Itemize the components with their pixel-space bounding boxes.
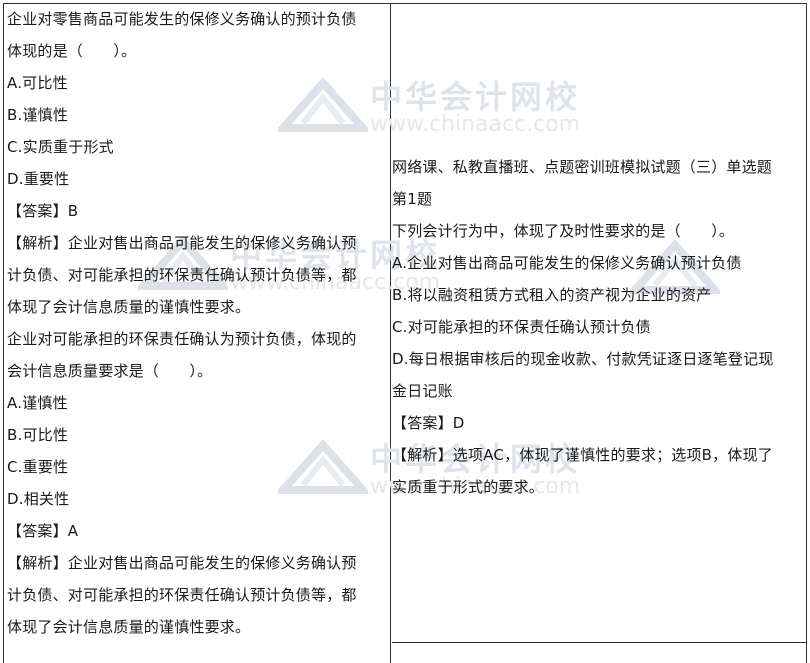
option-a: A.可比性 xyxy=(7,74,68,92)
section-title: 网络课、私教直播班、点题密训班模拟试题（三）单选题 xyxy=(392,158,773,176)
answer: 【答案】B xyxy=(7,202,79,220)
option-c: C.实质重于形式 xyxy=(7,138,114,156)
explanation-line: 计负债、对可能承担的环保责任确认预计负债等，都 xyxy=(7,266,357,284)
option-b: B.将以融资租赁方式租入的资产视为企业的资产 xyxy=(392,286,712,304)
answer: 【答案】A xyxy=(7,522,79,540)
option-d: D.重要性 xyxy=(7,170,70,188)
option-c: C.重要性 xyxy=(7,458,69,476)
text-line: 体现的是（ ）。 xyxy=(7,42,137,60)
explanation-line: 【解析】企业对售出商品可能发生的保修义务确认预 xyxy=(7,234,357,252)
option-b: B.谨慎性 xyxy=(7,106,69,124)
column-divider xyxy=(390,3,391,663)
option-a: A.谨慎性 xyxy=(7,394,68,412)
question-text: 下列会计行为中，体现了及时性要求的是（ ）。 xyxy=(392,222,735,240)
explanation-line: 计负债、对可能承担的环保责任确认预计负债等，都 xyxy=(7,586,357,604)
explanation-line: 实质重于形式的要求。 xyxy=(392,478,545,496)
row-divider xyxy=(392,642,806,643)
text-line: 企业对零售商品可能发生的保修义务确认的预计负债 xyxy=(7,10,357,28)
explanation-line: 【解析】企业对售出商品可能发生的保修义务确认预 xyxy=(7,554,357,572)
answer: 【答案】D xyxy=(392,414,465,432)
explanation-line: 【解析】选项AC，体现了谨慎性的要求；选项B，体现了 xyxy=(392,446,773,464)
option-b: B.可比性 xyxy=(7,426,69,444)
question-number: 第1题 xyxy=(392,190,433,208)
explanation-line: 体现了会计信息质量的谨慎性要求。 xyxy=(7,298,251,316)
explanation-line: 体现了会计信息质量的谨慎性要求。 xyxy=(7,618,251,636)
text-line: 会计信息质量要求是（ ）。 xyxy=(7,362,213,380)
right-column: 网络课、私教直播班、点题密训班模拟试题（三）单选题 第1题 下列会计行为中，体现… xyxy=(392,3,802,503)
text-line: 企业对可能承担的环保责任确认为预计负债，体现的 xyxy=(7,330,357,348)
left-column: 企业对零售商品可能发生的保修义务确认的预计负债 体现的是（ ）。 A.可比性 B… xyxy=(7,3,385,643)
option-d: D.每日根据审核后的现金收款、付款凭证逐日逐笔登记现 xyxy=(392,350,774,368)
option-c: C.对可能承担的环保责任确认预计负债 xyxy=(392,318,651,336)
option-a: A.企业对售出商品可能发生的保修义务确认预计负债 xyxy=(392,254,742,272)
option-d: D.相关性 xyxy=(7,490,70,508)
option-d-cont: 金日记账 xyxy=(392,382,453,400)
